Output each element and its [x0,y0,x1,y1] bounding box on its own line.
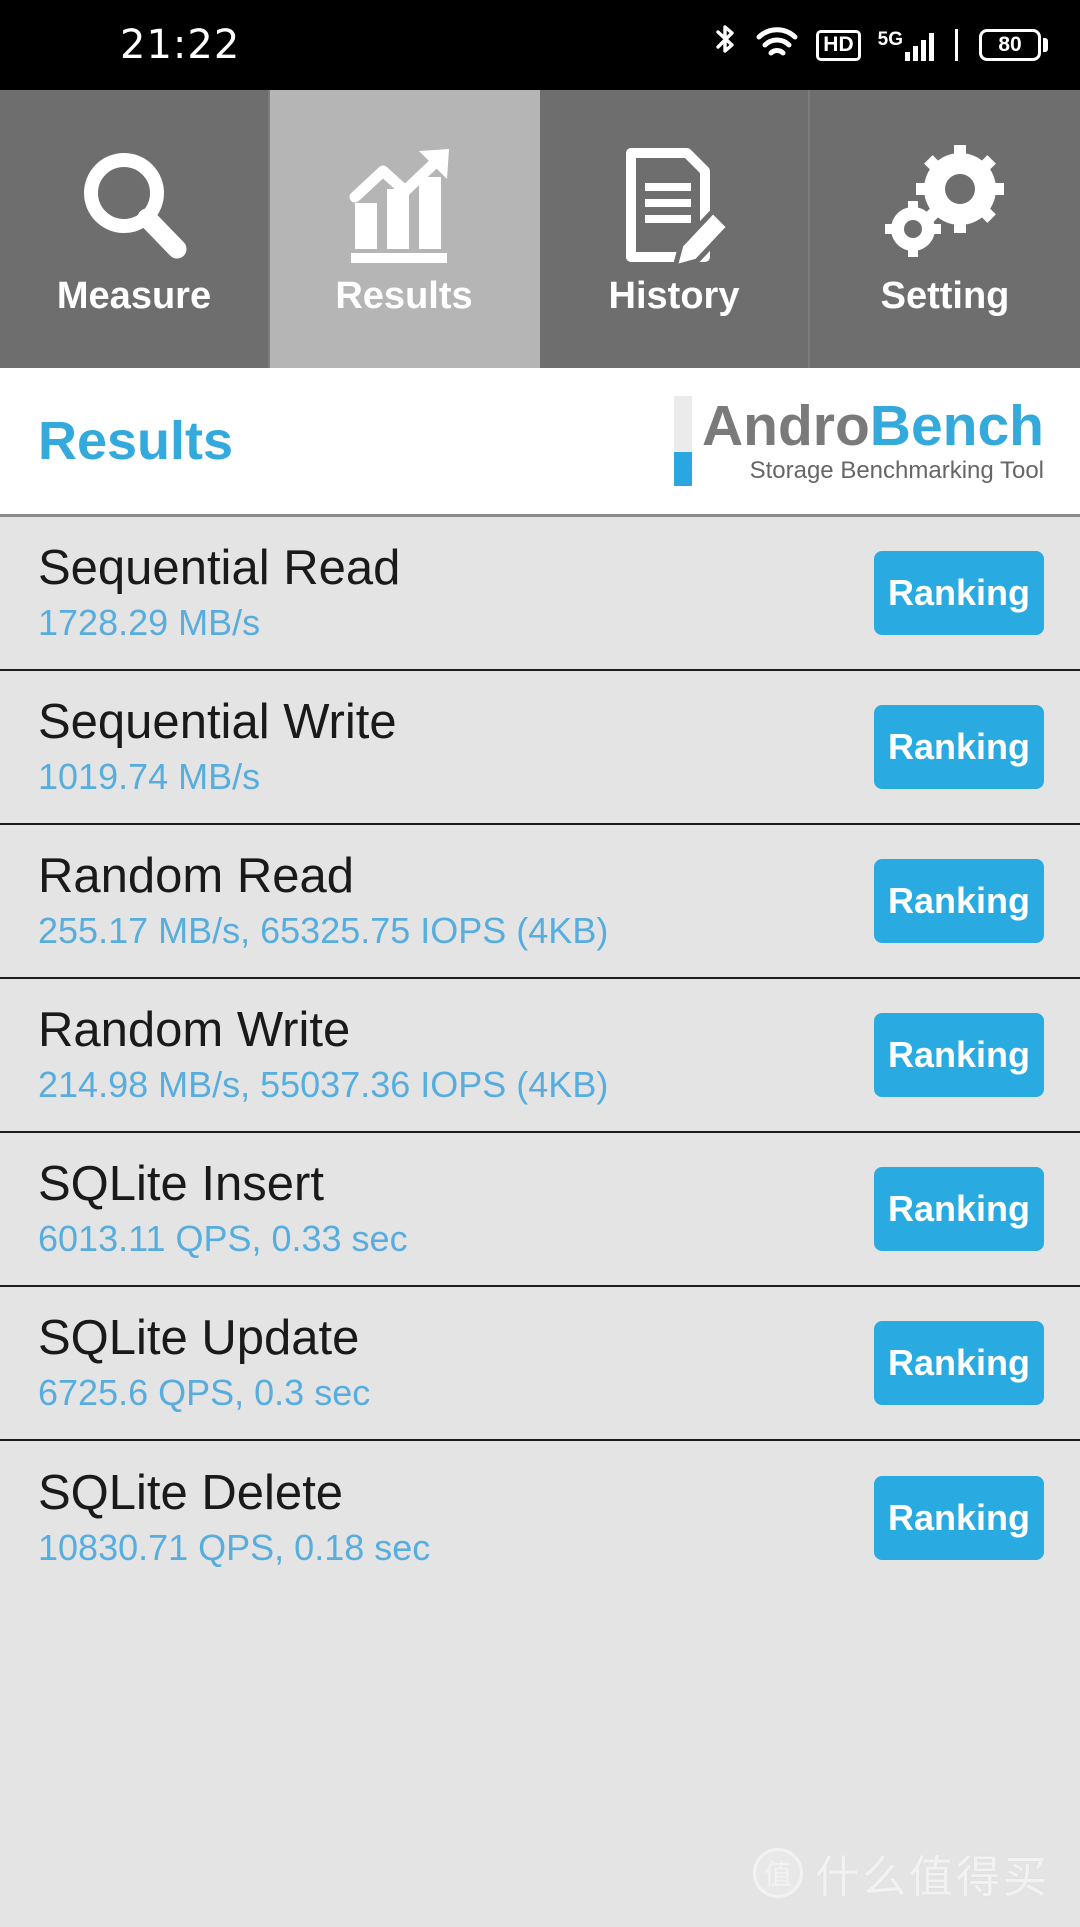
gears-icon [880,141,1010,271]
tab-results[interactable]: Results [270,90,540,368]
row-text-group: SQLite Update 6725.6 QPS, 0.3 sec [38,1310,370,1417]
benchmark-value: 214.98 MB/s, 55037.36 IOPS (4KB) [38,1063,609,1105]
benchmark-value: 6013.11 QPS, 0.33 sec [38,1217,408,1259]
status-bar: 21:22 HD 5G 80 [0,0,1080,90]
benchmark-name: Sequential Read [38,540,401,595]
benchmark-value: 255.17 MB/s, 65325.75 IOPS (4KB) [38,909,609,951]
benchmark-value: 10830.71 QPS, 0.18 sec [38,1526,431,1568]
benchmark-name: SQLite Update [38,1310,360,1365]
row-text-group: Sequential Read 1728.29 MB/s [38,540,400,647]
ranking-button[interactable]: Ranking [874,1013,1044,1097]
document-pencil-icon [609,141,739,271]
table-row: Sequential Write 1019.74 MB/s Ranking [0,671,1080,825]
benchmark-value: 1019.74 MB/s [38,755,261,797]
ranking-button[interactable]: Ranking [874,1321,1044,1405]
tab-setting-label: Setting [880,274,1010,317]
benchmark-value: 1728.29 MB/s [38,601,261,643]
battery-level-label: 80 [979,29,1041,61]
brand-name: AndroBench [702,397,1044,455]
row-text-group: SQLite Insert 6013.11 QPS, 0.33 sec [38,1156,408,1263]
watermark: 值 什么值得买 [753,1841,1050,1905]
battery-icon: 80 [979,29,1048,61]
app-header: Results AndroBench Storage Benchmarking … [0,368,1080,517]
watermark-logo-icon: 值 [753,1848,803,1898]
tab-history-label: History [608,274,740,317]
benchmark-name: Random Write [38,1002,351,1057]
tab-history[interactable]: History [540,90,810,368]
androbench-logo: AndroBench Storage Benchmarking Tool [673,396,1044,486]
benchmark-name: SQLite Delete [38,1465,344,1520]
table-row: SQLite Insert 6013.11 QPS, 0.33 sec Rank… [0,1133,1080,1287]
battery-cap [1043,38,1048,52]
table-row: SQLite Delete 10830.71 QPS, 0.18 sec Ran… [0,1441,1080,1595]
bar-chart-arrow-icon [339,141,469,271]
tab-setting[interactable]: Setting [810,90,1080,368]
wifi-icon [755,23,799,68]
bluetooth-icon [712,23,738,68]
benchmark-name: Sequential Write [38,694,397,749]
ranking-button[interactable]: Ranking [874,1167,1044,1251]
ranking-button[interactable]: Ranking [874,1476,1044,1560]
table-row: SQLite Update 6725.6 QPS, 0.3 sec Rankin… [0,1287,1080,1441]
results-list: Sequential Read 1728.29 MB/s Ranking Seq… [0,517,1080,1595]
ranking-button[interactable]: Ranking [874,859,1044,943]
row-text-group: Random Read 255.17 MB/s, 65325.75 IOPS (… [38,848,608,955]
status-clock: 21:22 [120,22,241,68]
ranking-button[interactable]: Ranking [874,551,1044,635]
main-tab-bar: Measure Results History Setting [0,90,1080,368]
tab-measure[interactable]: Measure [0,90,270,368]
row-text-group: Sequential Write 1019.74 MB/s [38,694,397,801]
phone-screen: 21:22 HD 5G 80 Measure Results History S… [0,0,1080,1927]
table-row: Sequential Read 1728.29 MB/s Ranking [0,517,1080,671]
brand-text-group: AndroBench Storage Benchmarking Tool [702,397,1044,485]
row-text-group: Random Write 214.98 MB/s, 55037.36 IOPS … [38,1002,608,1109]
signal-icon [905,31,934,61]
magnifier-icon [69,141,199,271]
status-icon-group: HD 5G 80 [712,23,1048,68]
logo-bar-icon [673,396,692,486]
benchmark-name: Random Read [38,848,354,903]
ranking-button[interactable]: Ranking [874,705,1044,789]
hd-icon: HD [816,29,861,61]
page-title: Results [38,411,234,471]
5g-signal-icon: 5G [878,30,934,61]
brand-subtitle: Storage Benchmarking Tool [749,457,1044,484]
row-text-group: SQLite Delete 10830.71 QPS, 0.18 sec [38,1465,430,1572]
benchmark-value: 6725.6 QPS, 0.3 sec [38,1371,371,1413]
tab-measure-label: Measure [56,274,212,317]
brand-name-second: Bench [869,394,1044,458]
network-type-label: 5G [877,28,903,50]
tab-results-label: Results [335,274,473,317]
benchmark-name: SQLite Insert [38,1156,324,1211]
table-row: Random Write 214.98 MB/s, 55037.36 IOPS … [0,979,1080,1133]
watermark-text: 什么值得买 [815,1852,1050,1903]
table-row: Random Read 255.17 MB/s, 65325.75 IOPS (… [0,825,1080,979]
brand-name-first: Andro [701,394,870,458]
status-divider [955,29,958,61]
